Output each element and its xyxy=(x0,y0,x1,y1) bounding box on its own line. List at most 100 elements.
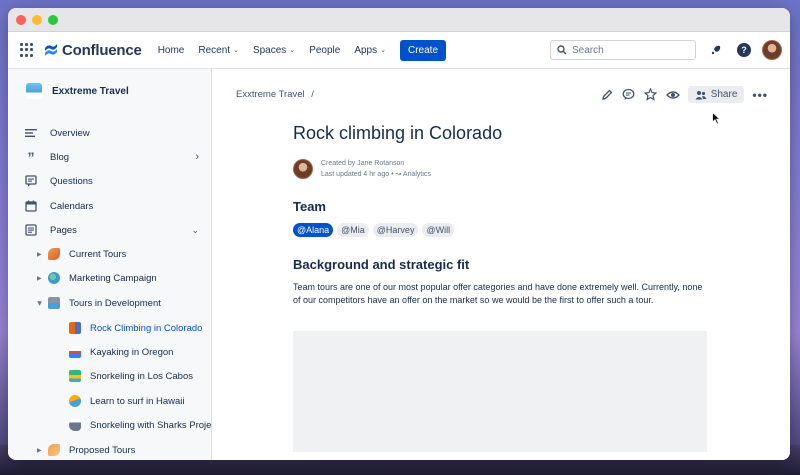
sidebar-item-label: Questions xyxy=(50,175,93,187)
mention-will[interactable]: @Will xyxy=(422,223,455,237)
confluence-logo[interactable]: Confluence xyxy=(44,42,142,59)
expand-triangle-icon[interactable]: ▶ xyxy=(37,447,42,454)
analytics-link[interactable]: Analytics xyxy=(403,171,431,178)
team-heading: Team xyxy=(293,199,326,214)
browser-window: Confluence Home Recent ⌄ Spaces ⌄ People A… xyxy=(8,8,790,460)
analytics-icon: ↝ xyxy=(395,171,402,178)
quote-icon: ” xyxy=(27,149,35,165)
tree-item-current-tours[interactable]: ▶ Current Tours xyxy=(8,245,211,263)
confluence-logo-icon xyxy=(45,44,57,56)
nav-spaces[interactable]: Spaces ⌄ xyxy=(253,45,295,56)
main-content: Exxtreme Travel / Share ••• Rock climbin… xyxy=(212,69,790,460)
create-button[interactable]: Create xyxy=(399,39,446,61)
more-actions-icon[interactable]: ••• xyxy=(752,88,768,102)
star-icon[interactable] xyxy=(644,88,658,102)
space-header[interactable]: Exxtreme Travel xyxy=(8,69,211,99)
chevron-down-icon[interactable]: ⌄ xyxy=(191,225,199,236)
overview-icon xyxy=(25,127,37,139)
shark-emoji-icon xyxy=(69,419,81,431)
chevron-down-icon: ⌄ xyxy=(380,47,386,54)
tree-item-surf-hawaii[interactable]: Learn to surf in Hawaii xyxy=(8,392,211,410)
watch-eye-icon[interactable] xyxy=(665,88,680,102)
last-updated: Last updated 4 hr ago xyxy=(321,171,390,178)
notifications-icon[interactable] xyxy=(708,42,724,58)
tree-item-label: Tours in Development xyxy=(69,297,161,309)
sidebar-item-label: Blog xyxy=(50,151,70,163)
plane-emoji-icon xyxy=(48,444,60,456)
space-name: Exxtreme Travel xyxy=(52,85,129,97)
sidebar-item-label: Pages xyxy=(50,224,77,236)
top-navigation: Confluence Home Recent ⌄ Spaces ⌄ People A… xyxy=(8,32,790,69)
nav-people[interactable]: People xyxy=(309,45,340,56)
share-button[interactable]: Share xyxy=(687,86,745,103)
tree-item-rock-climbing[interactable]: Rock Climbing in Colorado xyxy=(8,319,211,337)
search-icon xyxy=(557,45,567,55)
nav-people-label: People xyxy=(309,44,341,56)
close-window-button[interactable] xyxy=(16,14,26,25)
team-mentions: @Alana @Mia @Harvey @Will xyxy=(293,223,707,237)
sidebar-item-pages[interactable]: Pages ⌄ xyxy=(8,221,211,239)
kayak-emoji-icon xyxy=(69,346,81,358)
tree-item-tours-in-development[interactable]: ▶ Tours in Development xyxy=(8,294,211,312)
questions-icon xyxy=(25,175,37,187)
tree-item-label: Proposed Tours xyxy=(69,444,136,456)
calendar-icon xyxy=(25,200,37,212)
edit-pencil-icon[interactable] xyxy=(600,88,614,102)
author-avatar[interactable] xyxy=(293,159,313,179)
nav-home[interactable]: Home xyxy=(158,45,185,56)
background-heading: Background and strategic fit xyxy=(293,257,470,272)
sidebar-item-overview[interactable]: Overview xyxy=(8,124,211,142)
sidebar: Exxtreme Travel Overview ” Blog › Questi… xyxy=(8,69,219,460)
expand-triangle-icon[interactable]: ▶ xyxy=(37,275,42,282)
help-icon[interactable]: ? xyxy=(736,42,752,58)
nav-recent[interactable]: Recent ⌄ xyxy=(198,45,239,56)
mention-mia[interactable]: @Mia xyxy=(337,223,369,237)
page-content: Rock climbing in Colorado Created by Jan… xyxy=(293,123,707,452)
title-bar xyxy=(8,8,790,32)
space-logo-icon xyxy=(26,83,42,99)
collapse-triangle-icon[interactable]: ▶ xyxy=(36,301,43,306)
share-label: Share xyxy=(710,89,738,100)
nav-home-label: Home xyxy=(157,44,185,56)
tree-item-marketing-campaign[interactable]: ▶ Marketing Campaign xyxy=(8,269,211,287)
breadcrumb-space-link[interactable]: Exxtreme Travel xyxy=(236,89,305,100)
image-placeholder xyxy=(293,331,707,452)
user-avatar[interactable] xyxy=(762,40,782,60)
tree-item-label: Snorkeling with Sharks Project xyxy=(90,419,219,431)
byline-text: Created by Jane Rotanson Last updated 4 … xyxy=(321,158,431,180)
tree-item-label: Snorkeling in Los Cabos xyxy=(90,370,193,382)
background-paragraph: Team tours are one of our most popular o… xyxy=(293,282,703,305)
mention-alana[interactable]: @Alana xyxy=(293,223,334,237)
mouse-cursor-icon xyxy=(712,112,721,125)
nav-spaces-label: Spaces xyxy=(252,44,287,56)
expand-triangle-icon[interactable]: ▶ xyxy=(37,251,42,258)
comment-icon[interactable] xyxy=(622,88,636,102)
tree-item-snorkeling-los-cabos[interactable]: Snorkeling in Los Cabos xyxy=(8,367,211,385)
tree-item-sharks-project[interactable]: Snorkeling with Sharks Project xyxy=(8,416,219,434)
minimize-window-button[interactable] xyxy=(32,14,42,25)
tree-item-proposed-tours[interactable]: ▶ Proposed Tours xyxy=(8,441,211,459)
sidebar-item-label: Calendars xyxy=(50,200,94,212)
mention-harvey[interactable]: @Harvey xyxy=(372,223,419,237)
app-switcher-icon[interactable] xyxy=(20,43,34,57)
sidebar-item-questions[interactable]: Questions xyxy=(8,172,211,190)
airplane-emoji-icon xyxy=(48,248,60,260)
chevron-down-icon: ⌄ xyxy=(289,47,296,54)
tree-item-label: Kayaking in Oregon xyxy=(90,346,174,358)
people-icon xyxy=(695,90,707,99)
tree-item-kayaking[interactable]: Kayaking in Oregon xyxy=(8,343,211,361)
search-input[interactable]: Search xyxy=(550,40,696,60)
maximize-window-button[interactable] xyxy=(48,14,58,25)
chevron-right-icon[interactable]: › xyxy=(195,151,199,163)
chevron-down-icon: ⌄ xyxy=(233,47,239,54)
sidebar-item-blog[interactable]: ” Blog › xyxy=(8,148,211,166)
breadcrumb: Exxtreme Travel / xyxy=(236,89,314,100)
logo-text: Confluence xyxy=(62,41,142,59)
climbing-emoji-icon xyxy=(69,322,81,334)
nav-apps[interactable]: Apps ⌄ xyxy=(354,45,386,56)
tree-item-label: Marketing Campaign xyxy=(69,272,157,284)
tree-item-label: Rock Climbing in Colorado xyxy=(90,322,203,334)
sidebar-item-calendars[interactable]: Calendars xyxy=(8,197,211,215)
globe-emoji-icon xyxy=(48,272,60,284)
search-placeholder: Search xyxy=(572,44,604,56)
